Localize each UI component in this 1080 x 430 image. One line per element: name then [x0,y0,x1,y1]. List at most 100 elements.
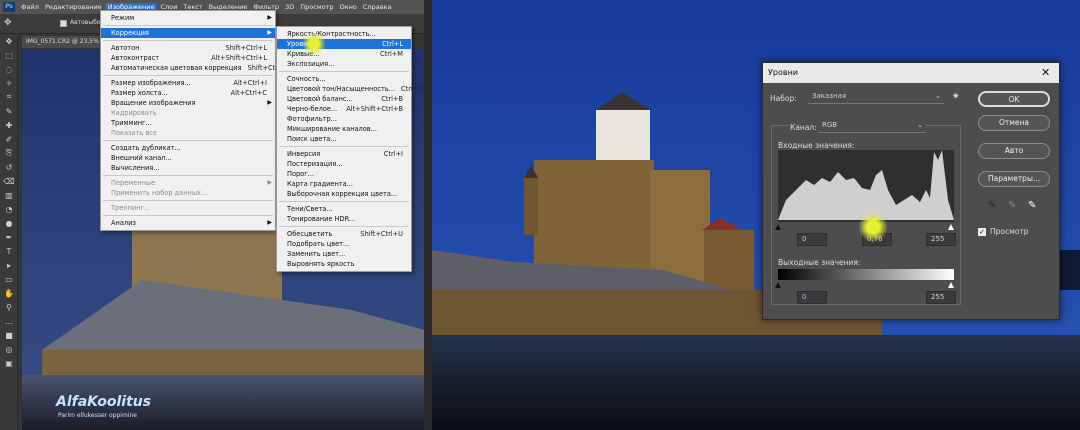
menu-item[interactable]: Порог... [277,169,411,179]
menu-item[interactable]: Показать все [101,128,275,138]
zoom-icon[interactable]: ⚲ [0,300,18,314]
menu-item[interactable]: Фотофильтр... [277,114,411,124]
menu-item[interactable]: Тонирование HDR... [277,214,411,224]
menu-item[interactable]: Черно-белое... Alt+Shift+Ctrl+B [277,104,411,114]
menu-item[interactable]: Заменить цвет... [277,249,411,259]
menu-item-label: Автоматическая цветовая коррекция [111,64,242,72]
menu-item[interactable]: Кривые... Ctrl+M [277,49,411,59]
screen: Ps Файл Редактирование Изображение Слои Текс… [0,0,1080,430]
menu-item[interactable]: Инверсия Ctrl+I [277,149,411,159]
input-black-handle[interactable] [775,224,781,230]
adjustments-submenu: Яркость/Контрастность...Уровни...Ctrl+LК… [276,26,423,272]
menu-8[interactable]: Просмотр [297,3,336,11]
menu-item[interactable]: Внешний канал... [101,153,275,163]
healing-icon[interactable]: ✚ [0,118,18,132]
channel-select[interactable]: RGB ⌄ [818,120,926,133]
menu-10[interactable]: Справка [360,3,395,11]
colors-icon[interactable]: ■ [0,328,18,342]
marquee-icon[interactable]: ⬚ [0,48,18,62]
menu-item[interactable]: Применить набор данных... [101,188,275,198]
shape-icon[interactable]: ▭ [0,272,18,286]
menu-0[interactable]: Файл [18,3,42,11]
menu-item[interactable]: Тримминг... [101,118,275,128]
menu-item[interactable]: Коррекция ▶ [101,28,275,38]
menu-1[interactable]: Редактирование [42,3,105,11]
stamp-icon[interactable]: ⎘ [0,146,18,160]
menu-9[interactable]: Окно [337,3,360,11]
menu-item[interactable]: Размер изображения... Alt+Ctrl+I [101,78,275,88]
menu-item[interactable]: Постеризация... [277,159,411,169]
menu-item[interactable]: Подобрать цвет... [277,239,411,249]
cancel-button[interactable]: Отмена [978,115,1050,131]
black-eyedropper-icon[interactable]: ✎ [988,200,996,211]
menu-item[interactable]: Кадрировать [101,108,275,118]
output-white-handle[interactable] [948,282,954,288]
dodge-icon[interactable]: ● [0,216,18,230]
menu-item[interactable]: Автоконтраст Alt+Shift+Ctrl+L [101,53,275,63]
menu-item[interactable]: Уровни...Ctrl+L [277,39,411,49]
menu-item[interactable]: Тени/Света... [277,204,411,214]
menu-item[interactable]: Треппинг... [101,203,275,213]
preview-checkbox[interactable]: ✓ [978,228,986,236]
path-select-icon[interactable]: ▸ [0,258,18,272]
output-white-field[interactable]: 255 [926,291,956,304]
menu-item[interactable]: Микширование каналов... [277,124,411,134]
brush-icon[interactable]: ✐ [0,132,18,146]
crop-icon[interactable]: ⌗ [0,90,18,104]
menu-item-label: Автотон [111,44,140,52]
blur-icon[interactable]: ◔ [0,202,18,216]
submenu-arrow-icon: ▶ [267,29,272,36]
ok-button[interactable]: OK [978,91,1050,107]
pen-icon[interactable]: ✒ [0,230,18,244]
history-brush-icon[interactable]: ↺ [0,160,18,174]
menu-item[interactable]: Обесцветить Shift+Ctrl+U [277,229,411,239]
move-icon[interactable]: ✥ [0,34,18,48]
eraser-icon[interactable]: ⌫ [0,174,18,188]
menu-item-shortcut [261,218,267,228]
gradient-icon[interactable]: ▥ [0,188,18,202]
menu-item[interactable]: Режим ▶ [101,13,275,23]
menu-item[interactable]: Автотон Shift+Ctrl+L [101,43,275,53]
menu-item[interactable]: Цветовой баланс... Ctrl+B [277,94,411,104]
preset-options-gear-icon[interactable]: ✷ [952,92,960,102]
hand-icon[interactable]: ✋ [0,286,18,300]
output-black-field[interactable]: 0 [797,291,827,304]
menu-item[interactable]: Вычисления... [101,163,275,173]
menu-item[interactable]: Карта градиента... [277,179,411,189]
options-button[interactable]: Параметры... [978,171,1050,187]
output-black-handle[interactable] [775,282,781,288]
menu-item[interactable]: Создать дубликат... [101,143,275,153]
menu-item[interactable]: Выровнять яркость [277,259,411,269]
menu-item[interactable]: Анализ ▶ [101,218,275,228]
type-icon[interactable]: T [0,244,18,258]
input-white-field[interactable]: 255 [926,233,956,246]
input-black-field[interactable]: 0 [797,233,827,246]
menu-item[interactable]: Выборочная коррекция цвета... [277,189,411,199]
wand-icon[interactable]: ✧ [0,76,18,90]
menu-item[interactable]: Автоматическая цветовая коррекция Shift+C… [101,63,290,73]
menu-item[interactable]: Вращение изображения ▶ [101,98,275,108]
menu-item[interactable]: Сочность... [277,74,411,84]
menu-item[interactable]: Размер холста... Alt+Ctrl+C [101,88,275,98]
gray-eyedropper-icon[interactable]: ✎ [1008,200,1016,211]
menu-item[interactable]: Цветовой тон/Насыщенность... Ctrl+U [277,84,423,94]
close-icon[interactable]: ✕ [1041,66,1050,79]
autoselect-checkbox[interactable] [60,20,67,27]
input-white-handle[interactable] [948,224,954,230]
menu-item[interactable]: Поиск цвета... [277,134,411,144]
quickmask-icon[interactable]: ◎ [0,342,18,356]
menu-item[interactable]: Яркость/Контрастность... [277,29,411,39]
move-tool-icon[interactable]: ✥ [4,18,12,28]
menu-item[interactable]: Экспозиция... [277,59,411,69]
lasso-icon[interactable]: ◌ [0,62,18,76]
menu-item-label: Тени/Света... [287,205,333,213]
eyedropper-icon[interactable]: ✎ [0,104,18,118]
menu-item[interactable]: Переменные ▶ [101,178,275,188]
white-eyedropper-icon[interactable]: ✎ [1028,200,1036,211]
more-icon[interactable]: … [0,314,18,328]
menu-item-shortcut [261,163,267,173]
menu-7[interactable]: 3D [282,3,297,11]
preset-select[interactable]: Заказная ⌄ [808,91,944,104]
screenmode-icon[interactable]: ▣ [0,356,18,370]
auto-button[interactable]: Авто [978,143,1050,159]
